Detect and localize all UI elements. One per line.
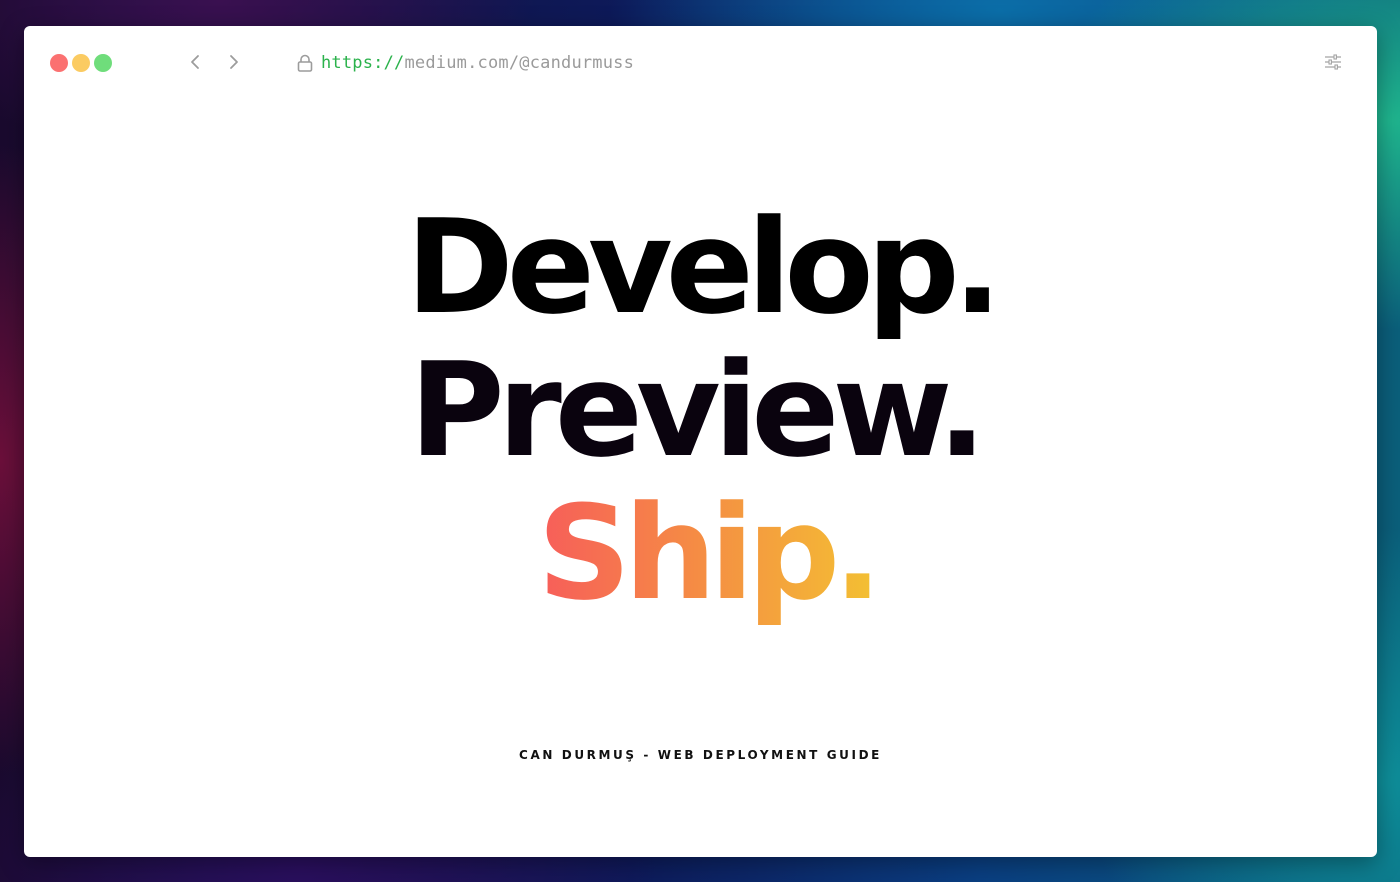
lock-icon <box>296 53 314 73</box>
hero-headline: Develop. Preview. Ship. <box>24 196 1377 625</box>
forward-button[interactable] <box>221 50 245 74</box>
url-path: medium.com/@candurmuss <box>404 53 635 73</box>
settings-button[interactable] <box>1323 52 1343 72</box>
address-bar[interactable]: https://medium.com/@candurmuss <box>296 50 634 76</box>
back-button[interactable] <box>184 50 208 74</box>
chevron-right-icon <box>230 55 238 69</box>
browser-toolbar: https://medium.com/@candurmuss <box>24 26 1377 98</box>
url-scheme: https:// <box>321 53 405 73</box>
url-text: https://medium.com/@candurmuss <box>321 53 634 73</box>
headline-develop: Develop. <box>405 191 1002 343</box>
browser-window: https://medium.com/@candurmuss Develop. … <box>24 26 1377 857</box>
sliders-icon <box>1325 54 1341 70</box>
headline-preview: Preview. <box>409 334 986 486</box>
maximize-window-button[interactable] <box>94 54 112 72</box>
minimize-window-button[interactable] <box>72 54 90 72</box>
close-window-button[interactable] <box>50 54 68 72</box>
chevron-left-icon <box>191 55 199 69</box>
headline-ship: Ship. <box>531 482 882 625</box>
byline-text: CAN DURMUŞ - WEB DEPLOYMENT GUIDE <box>519 748 882 762</box>
